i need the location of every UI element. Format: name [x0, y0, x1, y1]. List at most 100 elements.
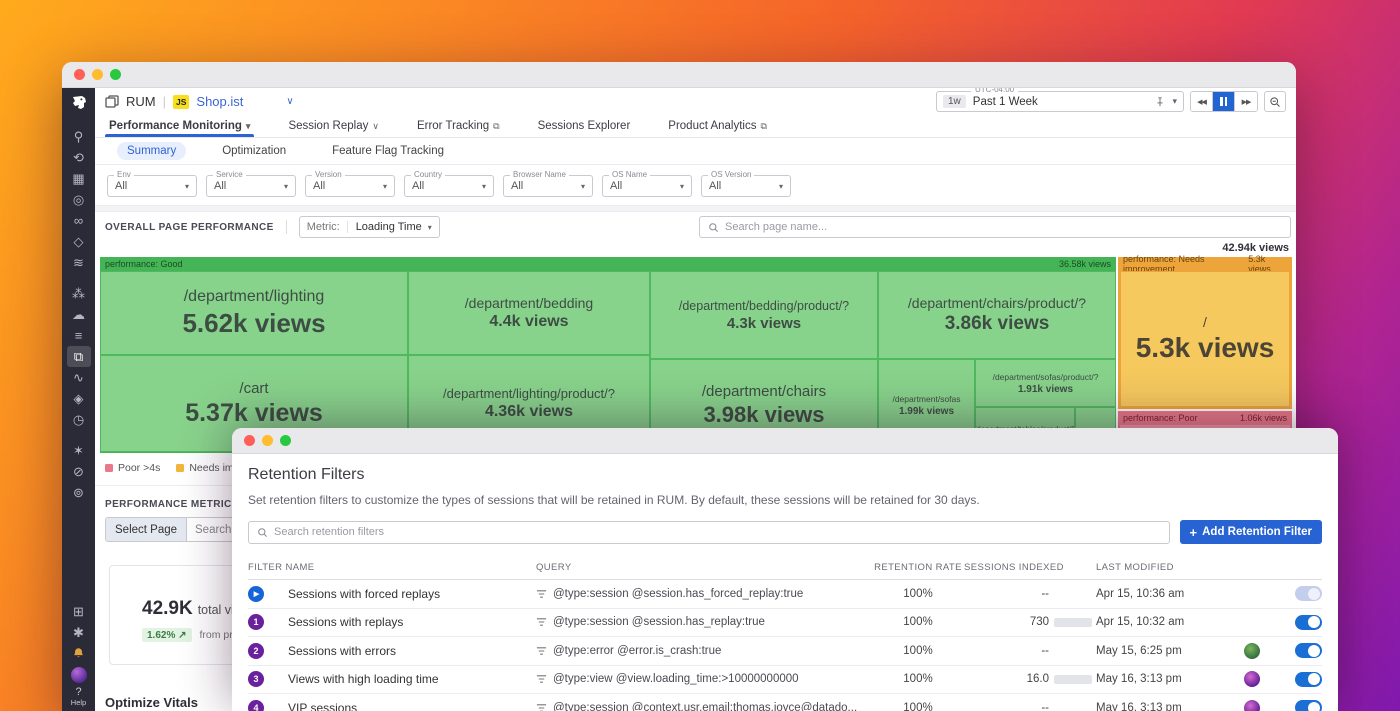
time-range-caret-icon[interactable]: ▾	[1172, 96, 1177, 107]
table-row: 1 Sessions with replays @type:session @s…	[248, 609, 1322, 638]
filter-name[interactable]: Sessions with replays	[288, 615, 536, 629]
bug-icon[interactable]: ✶	[67, 440, 91, 461]
treemap-cell[interactable]: /department/sofas/product/?1.91k views	[975, 359, 1116, 407]
subtab-feature-flag-tracking[interactable]: Feature Flag Tracking	[322, 142, 454, 160]
marketplace-icon[interactable]: ⊞	[67, 601, 91, 622]
last-modified: Apr 15, 10:36 am	[1096, 588, 1244, 600]
tab-performance-monitoring[interactable]: Performance Monitoring▾	[109, 115, 250, 137]
filter-name[interactable]: Sessions with forced replays	[288, 587, 536, 601]
zoom-out-button[interactable]	[1264, 91, 1286, 112]
filter-os-version[interactable]: OS VersionAll▾	[701, 175, 791, 197]
caret-down-icon: ▾	[185, 182, 189, 191]
traces-icon[interactable]: ≋	[67, 252, 91, 273]
filter-enabled-toggle[interactable]	[1295, 672, 1322, 687]
filter-enabled-toggle[interactable]	[1295, 643, 1322, 658]
caret-down-icon: ▾	[284, 182, 288, 191]
monitors-icon[interactable]: ⊘	[67, 461, 91, 482]
search-icon[interactable]: ⚲	[67, 126, 91, 147]
serverless-icon[interactable]: ☁	[67, 304, 91, 325]
synthetics-icon[interactable]: ∿	[67, 367, 91, 388]
retention-rate: 100%	[872, 673, 964, 685]
retention-filter-search-input[interactable]	[274, 526, 1161, 538]
user-avatar[interactable]	[71, 667, 87, 683]
add-retention-filter-button[interactable]: + Add Retention Filter	[1180, 520, 1322, 544]
subtab-optimization[interactable]: Optimization	[212, 142, 296, 160]
legend-poor: Poor >4s	[105, 462, 160, 474]
filter-os-name[interactable]: OS NameAll▾	[602, 175, 692, 197]
time-pause-button[interactable]	[1213, 92, 1235, 111]
application-chevron-down-icon[interactable]: ∨	[286, 96, 293, 107]
tab-error-tracking[interactable]: Error Tracking⧉	[417, 115, 500, 137]
overall-performance-header: OVERALL PAGE PERFORMANCE Metric: Loading…	[95, 212, 1296, 242]
time-rewind-button[interactable]: ◀◀	[1191, 92, 1213, 111]
performance-treemap: performance: Good 36.58k views /departme…	[100, 257, 1291, 453]
subtab-summary[interactable]: Summary	[117, 142, 186, 160]
filter-service[interactable]: ServiceAll▾	[206, 175, 296, 197]
modifier-avatar	[1244, 671, 1260, 687]
filter-name[interactable]: Sessions with errors	[288, 644, 536, 658]
time-forward-button[interactable]: ▶▶	[1235, 92, 1257, 111]
time-range-selector[interactable]: UTC-04:00 1w Past 1 Week ▾	[936, 91, 1184, 112]
filter-enabled-toggle[interactable]	[1295, 700, 1322, 711]
close-window-button[interactable]	[74, 69, 85, 80]
total-views-label: 42.94k views	[95, 242, 1296, 257]
zoom-window-button[interactable]	[280, 435, 291, 446]
infrastructure-icon[interactable]: ◎	[67, 189, 91, 210]
filter-name[interactable]: VIP sessions	[288, 701, 536, 711]
filter-version[interactable]: VersionAll▾	[305, 175, 395, 197]
filter-rank-badge[interactable]: 3	[248, 671, 264, 687]
metrics-icon[interactable]: ▦	[67, 168, 91, 189]
page-search-box[interactable]	[699, 216, 1291, 238]
treemap-cell[interactable]: /department/lighting5.62k views	[100, 271, 408, 355]
history-icon[interactable]: ⟲	[67, 147, 91, 168]
application-name[interactable]: Shop.ist	[196, 94, 243, 109]
filter-query: @type:session @session.has_replay:true	[536, 616, 872, 628]
metric-selector[interactable]: Metric: Loading Time ▾	[299, 216, 440, 238]
filter-rank-badge[interactable]: 2	[248, 643, 264, 659]
sessions-indexed: --	[964, 645, 1096, 657]
filter-name[interactable]: Views with high loading time	[288, 672, 536, 686]
zoom-window-button[interactable]	[110, 69, 121, 80]
investigate-icon[interactable]: ⊚	[67, 482, 91, 503]
timezone-label: UTC-04:00	[971, 88, 1018, 94]
filter-country[interactable]: CountryAll▾	[404, 175, 494, 197]
filter-query: @type:session @context.usr.email:thomas.…	[536, 702, 872, 711]
minimize-window-button[interactable]	[262, 435, 273, 446]
filter-enabled-toggle[interactable]	[1295, 615, 1322, 630]
replay-play-icon[interactable]: ▶	[248, 586, 264, 602]
filter-icon	[536, 674, 547, 684]
treemap-cell[interactable]: /department/bedding4.4k views	[408, 271, 650, 355]
pin-icon[interactable]	[1155, 97, 1165, 107]
page-search-input[interactable]	[725, 221, 1282, 233]
tab-sessions-explorer[interactable]: Sessions Explorer	[538, 115, 631, 137]
select-page-button[interactable]: Select Page	[106, 518, 187, 541]
help-button[interactable]: ? Help	[71, 686, 86, 707]
watchdog-icon[interactable]: ∞	[67, 210, 91, 231]
close-window-button[interactable]	[244, 435, 255, 446]
logs-icon[interactable]: ≡	[67, 325, 91, 346]
tab-product-analytics[interactable]: Product Analytics⧉	[668, 115, 767, 137]
retention-filter-search-box[interactable]	[248, 521, 1170, 544]
datadog-logo-icon[interactable]	[69, 94, 89, 112]
filter-rank-badge[interactable]: 1	[248, 614, 264, 630]
profiling-icon[interactable]: ⁂	[67, 283, 91, 304]
assistant-icon[interactable]: ✱	[67, 622, 91, 643]
caret-down-icon: ▾	[779, 182, 783, 191]
poor-section-label: performance: Poor	[1123, 413, 1198, 423]
legend-swatch-poor	[105, 464, 113, 472]
filter-env[interactable]: EnvAll▾	[107, 175, 197, 197]
tab-session-replay[interactable]: Session Replay∨	[288, 115, 379, 137]
treemap-cell[interactable]: / 5.3k views	[1120, 271, 1290, 407]
total-views-value: 42.9Ktotal vie	[142, 598, 241, 620]
cicd-icon[interactable]: ◷	[67, 409, 91, 430]
notifications-bell-icon[interactable]	[67, 643, 91, 664]
apm-icon[interactable]: ◇	[67, 231, 91, 252]
security-icon[interactable]: ◈	[67, 388, 91, 409]
filter-browser-name[interactable]: Browser NameAll▾	[503, 175, 593, 197]
filter-enabled-toggle[interactable]	[1295, 586, 1322, 601]
treemap-cell[interactable]: /department/chairs/product/?3.86k views	[878, 271, 1116, 359]
treemap-cell[interactable]: /department/bedding/product/?4.3k views	[650, 271, 878, 359]
minimize-window-button[interactable]	[92, 69, 103, 80]
rum-icon[interactable]: ⧉	[67, 346, 91, 367]
filter-rank-badge[interactable]: 4	[248, 700, 264, 711]
